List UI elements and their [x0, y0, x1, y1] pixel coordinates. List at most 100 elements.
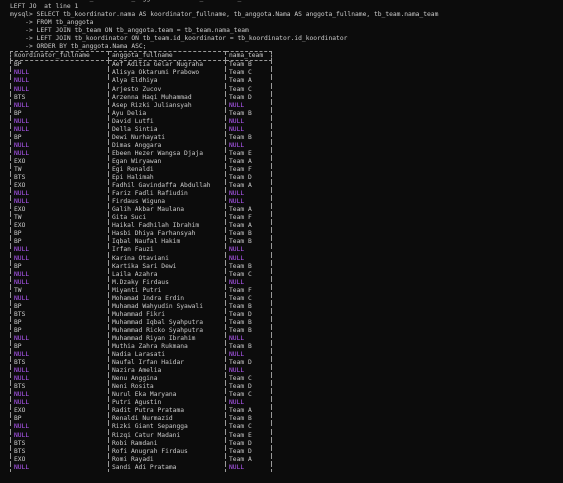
cell-anggota: Rofi Anugrah Firdaus: [108, 447, 226, 456]
cell-anggota: Muhammad Iqbal Syahputra: [108, 318, 226, 327]
cell-anggota: Ebeen Hezer Wangsa Djaja: [108, 149, 226, 158]
cell-anggota: Kartika Sari Dewi: [108, 262, 226, 271]
query-line: mysql> SELECT tb_koordinator.nama AS koo…: [10, 11, 439, 19]
cell-anggota: Muhammad Riyan Ibrahim: [108, 334, 226, 344]
cell-anggota: Nenu Anggina: [108, 375, 226, 384]
table-row: TW Gita Suci Team F: [10, 214, 272, 223]
cell-koordinator: NULL: [10, 77, 109, 86]
cell-team: Team C: [225, 294, 272, 303]
cell-team: NULL: [225, 101, 272, 110]
query-line: -> ORDER BY tb_anggota.Nama ASC;: [10, 43, 147, 51]
cell-koordinator: NULL: [10, 254, 109, 263]
table-row: BTS Arzenna Haqi Muhammad Team D: [10, 93, 272, 102]
cell-team: Team A: [225, 407, 272, 416]
table-row: BTS Naufal Irfan Haidar Team D: [10, 359, 272, 368]
cell-anggota: Iqbal Naufal Hakim: [108, 238, 226, 247]
cell-anggota: Dimas Anggara: [108, 141, 226, 150]
cell-team: Team B: [225, 109, 272, 118]
table-row: BP Muhammad Iqbal Syahputra Team B: [10, 318, 272, 327]
cell-koordinator: BP: [10, 318, 109, 327]
cell-team: Team C: [225, 85, 272, 94]
cell-team: NULL: [225, 278, 272, 287]
table-row: NULL Nadia Larasati NULL: [10, 351, 272, 360]
cell-team: Team C: [225, 270, 272, 279]
cell-koordinator: NULL: [10, 270, 109, 279]
cell-koordinator: NULL: [10, 246, 109, 255]
cell-team: Team F: [225, 214, 272, 223]
cell-koordinator: BP: [10, 133, 109, 142]
table-row: BP Kartika Sari Dewi Team B: [10, 262, 272, 271]
cell-anggota: Epi Halimah: [108, 174, 226, 183]
cell-team: Team E: [225, 431, 272, 440]
cell-koordinator: TW: [10, 165, 109, 175]
table-row: BTS Neni Rosita Team D: [10, 383, 272, 392]
cell-team: Team D: [225, 383, 272, 392]
cell-koordinator: NULL: [10, 399, 109, 408]
table-header-row: koordinator_fullname anggota_fullname na…: [10, 51, 272, 62]
cell-anggota: Robi Ramdani: [108, 439, 226, 448]
cell-koordinator: EXO: [10, 206, 109, 215]
cell-koordinator: BTS: [10, 383, 109, 392]
cell-anggota: Fadhil Gavindaffa Abdullah: [108, 182, 226, 191]
table-row: BP Muhamad Wahyudin Syawali Team B: [10, 302, 272, 311]
cell-anggota: Firdaus Wiguna: [108, 198, 226, 207]
table-row: NULL Putri Agustin NULL: [10, 399, 272, 408]
cell-anggota: Arjesto Zucov: [108, 85, 226, 94]
table-row: BP Muthia Zahra Rukmana Team B: [10, 343, 272, 352]
cell-anggota: Muthia Zahra Rukmana: [108, 343, 226, 352]
cell-koordinator: NULL: [10, 334, 109, 344]
cell-koordinator: EXO: [10, 407, 109, 416]
query-line: LEFT JO at line 1: [10, 3, 79, 11]
cell-anggota: Haikal Fadhilah Ibrahim: [108, 222, 226, 231]
table-row: NULL Arjesto Zucov Team C: [10, 85, 272, 94]
cell-team: NULL: [225, 399, 272, 408]
cell-koordinator: BP: [10, 326, 109, 335]
cell-anggota: Hasbi Dhiya Farhansyah: [108, 230, 226, 239]
table-row: BTS Epi Halimah Team D: [10, 174, 272, 183]
cell-team: NULL: [225, 198, 272, 207]
table-row: BP Renaldi Nurmazid Team B: [10, 415, 272, 424]
cell-koordinator: NULL: [10, 351, 109, 360]
cell-koordinator: NULL: [10, 367, 109, 376]
cell-koordinator: NULL: [10, 431, 109, 440]
cell-team: Team B: [225, 60, 272, 70]
cell-team: Team A: [225, 206, 272, 215]
cell-anggota: Mohamad Indra Erdin: [108, 294, 226, 303]
cell-koordinator: BP: [10, 262, 109, 271]
cell-team: NULL: [225, 117, 272, 126]
table-row: EXO Egan Wiryawan Team A: [10, 157, 272, 166]
table-row: BP Muhammad Ricko Syahputra Team B: [10, 326, 272, 335]
table-row: NULL Alya Eldhiya Team A: [10, 77, 272, 86]
cell-anggota: Sandi Adi Pratama: [108, 463, 226, 472]
cell-team: Team B: [225, 326, 272, 335]
table-row: TW Miyanti Putri Team F: [10, 286, 272, 295]
cell-team: Team B: [225, 133, 272, 142]
cell-koordinator: BP: [10, 343, 109, 352]
cell-anggota: Muhammad Fikri: [108, 310, 226, 319]
terminal-window[interactable]: -> LEFT JOIN tb_team ON tb_anggota.team …: [0, 0, 563, 483]
table-row: NULL Nazira Amelia NULL: [10, 367, 272, 376]
cell-team: Team D: [225, 447, 272, 456]
cell-anggota: Arzenna Haqi Muhammad: [108, 93, 226, 102]
cell-team: Team B: [225, 238, 272, 247]
column-header-team: nama_team: [225, 51, 272, 62]
cell-koordinator: EXO: [10, 182, 109, 191]
table-row: EXO Fadhil Gavindaffa Abdullah Team A: [10, 182, 272, 191]
table-row: NULL Della Sintia NULL: [10, 125, 272, 134]
table-row: NULL Alisya Oktarumi Prabowo Team C: [10, 69, 272, 78]
cell-koordinator: NULL: [10, 117, 109, 126]
cell-team: NULL: [225, 334, 272, 344]
cell-team: NULL: [225, 125, 272, 134]
cell-team: NULL: [225, 254, 272, 263]
table-row: BP Hasbi Dhiya Farhansyah Team B: [10, 230, 272, 239]
cell-team: Team B: [225, 415, 272, 424]
table-row: NULL Ebeen Hezer Wangsa Djaja Team E: [10, 149, 272, 158]
table-row: EXO Galih Akbar Maulana Team A: [10, 206, 272, 215]
table-row: BTS Muhammad Fikri Team D: [10, 310, 272, 319]
cell-koordinator: BP: [10, 60, 109, 70]
cell-anggota: Muhammad Ricko Syahputra: [108, 326, 226, 335]
cell-team: Team B: [225, 318, 272, 327]
cell-anggota: Ayu Delia: [108, 109, 226, 118]
cell-team: NULL: [225, 190, 272, 199]
table-row: BP Iqbal Naufal Hakim Team B: [10, 238, 272, 247]
